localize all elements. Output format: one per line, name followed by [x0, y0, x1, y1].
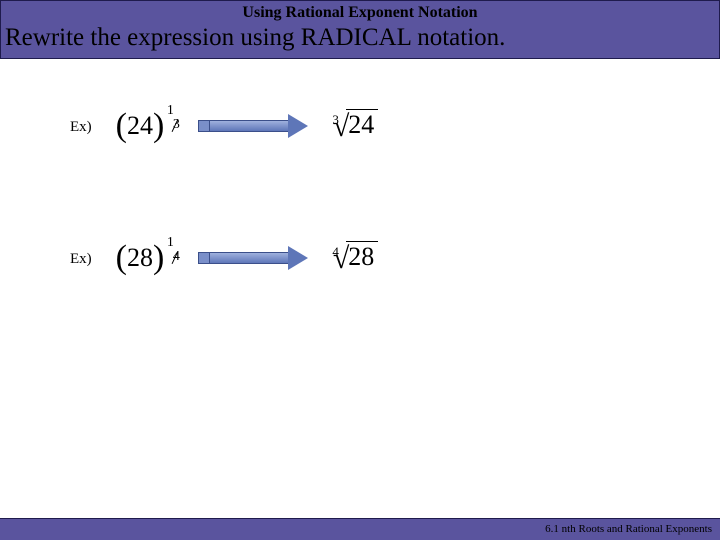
exponent-expression: ( 28 ) 1 4	[116, 239, 181, 277]
close-paren: )	[153, 107, 164, 145]
fractional-exponent: 1 4	[166, 236, 180, 264]
radical-expression: 3 √ 24	[326, 111, 378, 142]
base-value: 28	[127, 243, 153, 273]
exp-numerator: 1	[167, 104, 174, 118]
radicand-value: 24	[346, 109, 378, 140]
arrow-icon	[198, 117, 308, 135]
open-paren: (	[116, 107, 127, 145]
radical-index: 3	[332, 112, 339, 128]
arrow-icon	[198, 249, 308, 267]
footer-text: 6.1 nth Roots and Rational Exponents	[0, 518, 720, 540]
header-band: Using Rational Exponent Notation Rewrite…	[0, 0, 720, 59]
open-paren: (	[116, 239, 127, 277]
slide-content: Ex) ( 24 ) 1 3 3 √ 24 Ex) ( 28 ) 1	[0, 59, 720, 479]
fractional-exponent: 1 3	[166, 104, 180, 132]
example-label: Ex)	[70, 119, 92, 136]
radicand-value: 28	[346, 241, 378, 272]
slide-title: Using Rational Exponent Notation	[1, 1, 719, 24]
radical-expression: 4 √ 28	[326, 243, 378, 274]
example-row: Ex) ( 24 ) 1 3 3 √ 24	[70, 107, 378, 145]
base-value: 24	[127, 111, 153, 141]
slide-subtitle: Rewrite the expression using RADICAL not…	[1, 24, 719, 58]
exp-denominator: 4	[173, 250, 180, 264]
radical-index: 4	[332, 244, 339, 260]
example-row: Ex) ( 28 ) 1 4 4 √ 28	[70, 239, 378, 277]
exp-denominator: 3	[173, 118, 180, 132]
close-paren: )	[153, 239, 164, 277]
example-label: Ex)	[70, 251, 92, 268]
exponent-expression: ( 24 ) 1 3	[116, 107, 181, 145]
exp-numerator: 1	[167, 236, 174, 250]
